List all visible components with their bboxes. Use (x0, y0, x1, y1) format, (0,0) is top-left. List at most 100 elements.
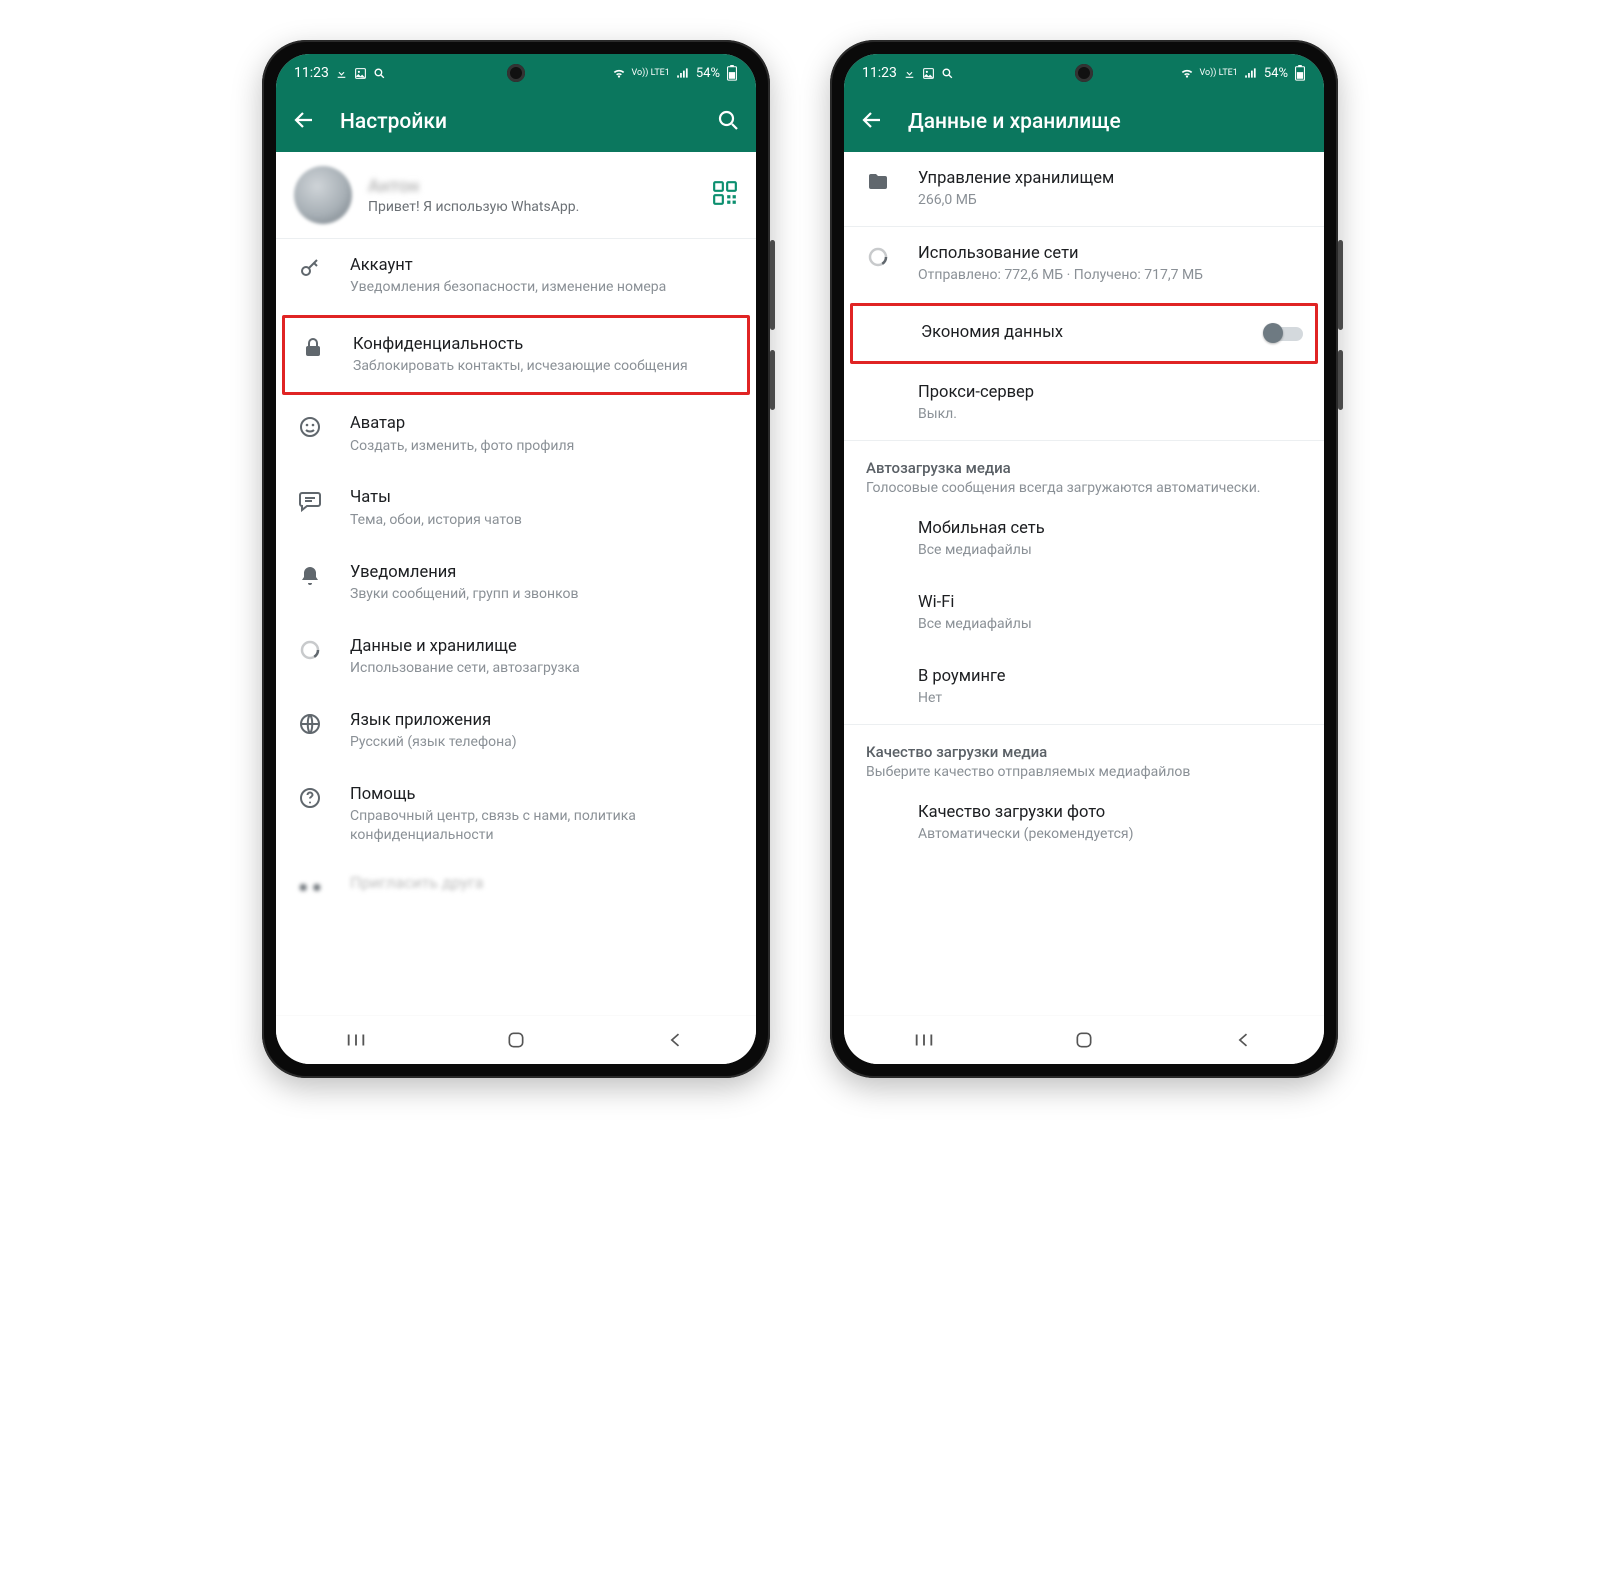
item-title: В роуминге (918, 666, 1306, 688)
item-title: Аккаунт (350, 255, 738, 277)
wifi-icon (1180, 66, 1194, 80)
nav-back-button[interactable] (646, 1028, 706, 1052)
settings-item-invite-cut: ● ● Пригласить друга (276, 861, 756, 899)
item-sub: Тема, обои, история чатов (350, 511, 738, 530)
settings-item-help[interactable]: Помощь Справочный центр, связь с нами, п… (276, 768, 756, 861)
item-sub: Уведомления безопасности, изменение номе… (350, 278, 738, 297)
item-sub: Заблокировать контакты, исчезающие сообщ… (353, 357, 735, 376)
power-button (770, 350, 775, 410)
qr-code-button[interactable] (712, 180, 738, 210)
item-title: Мобильная сеть (918, 518, 1306, 540)
people-icon: ● ● (298, 875, 322, 899)
battery-text: 54% (696, 66, 720, 81)
phone-frame-right: 11:23 Vo)) LTE1 54% Данные и хранилище (830, 40, 1338, 1078)
item-sub: Отправлено: 772,6 МБ · Получено: 717,7 М… (918, 266, 1306, 285)
back-button[interactable] (292, 108, 316, 136)
settings-item-storage[interactable]: Данные и хранилище Использование сети, а… (276, 620, 756, 694)
section-title: Качество загрузки медиа (866, 743, 1306, 761)
item-sub: 266,0 МБ (918, 191, 1306, 210)
battery-icon (726, 65, 738, 81)
auto-cellular-item[interactable]: Мобильная сеть Все медиафайлы (844, 502, 1324, 576)
nav-home-button[interactable] (1054, 1028, 1114, 1052)
item-sub: Использование сети, автозагрузка (350, 659, 738, 678)
proxy-item[interactable]: Прокси-сервер Выкл. (844, 366, 1324, 440)
phone-frame-left: 11:23 Vo)) LTE1 54% Настройки (262, 40, 770, 1078)
settings-item-account[interactable]: Аккаунт Уведомления безопасности, измене… (276, 239, 756, 313)
power-button (1338, 350, 1343, 410)
item-title: Уведомления (350, 562, 738, 584)
settings-item-notifications[interactable]: Уведомления Звуки сообщений, групп и зво… (276, 546, 756, 620)
camera-hole (1075, 64, 1093, 82)
download-icon (335, 67, 348, 80)
app-bar: Данные и хранилище (844, 92, 1324, 152)
globe-icon (298, 712, 322, 736)
auto-roaming-item[interactable]: В роуминге Нет (844, 650, 1324, 724)
page-title: Настройки (340, 110, 692, 134)
item-sub: Русский (язык телефона) (350, 733, 738, 752)
screen-left: 11:23 Vo)) LTE1 54% Настройки (276, 54, 756, 1064)
data-saver-toggle[interactable] (1263, 322, 1303, 344)
nav-home-button[interactable] (486, 1028, 546, 1052)
signal-icon (676, 66, 690, 80)
item-sub: Выкл. (918, 405, 1306, 424)
settings-list: Антон Привет! Я использую WhatsApp. Акка… (276, 152, 756, 1015)
chat-icon (298, 489, 322, 513)
profile-name: Антон (368, 176, 696, 197)
auto-wifi-item[interactable]: Wi-Fi Все медиафайлы (844, 576, 1324, 650)
item-sub: Все медиафайлы (918, 615, 1306, 634)
item-title: Прокси-сервер (918, 382, 1306, 404)
section-note: Выберите качество отправляемых медиафайл… (866, 763, 1306, 782)
section-auto-download: Автозагрузка медиа Голосовые сообщения в… (844, 441, 1324, 502)
item-title: Использование сети (918, 243, 1306, 265)
section-note: Голосовые сообщения всегда загружаются а… (866, 479, 1306, 498)
back-button[interactable] (860, 108, 884, 136)
volume-button (770, 240, 775, 330)
item-sub: Автоматически (рекомендуется) (918, 825, 1306, 844)
data-usage-icon (298, 638, 322, 662)
settings-item-language[interactable]: Язык приложения Русский (язык телефона) (276, 694, 756, 768)
settings-item-chats[interactable]: Чаты Тема, обои, история чатов (276, 471, 756, 545)
image-icon (354, 67, 367, 80)
storage-manage-item[interactable]: Управление хранилищем 266,0 МБ (844, 152, 1324, 226)
search-status-icon (373, 67, 386, 80)
photo-quality-item[interactable]: Качество загрузки фото Автоматически (ре… (844, 786, 1324, 860)
item-sub: Справочный центр, связь с нами, политика… (350, 807, 738, 845)
profile-status: Привет! Я использую WhatsApp. (368, 199, 696, 215)
screen-right: 11:23 Vo)) LTE1 54% Данные и хранилище (844, 54, 1324, 1064)
profile-row[interactable]: Антон Привет! Я использую WhatsApp. (276, 152, 756, 238)
page-title: Данные и хранилище (908, 110, 1308, 134)
nav-back-button[interactable] (1214, 1028, 1274, 1052)
item-title: Конфиденциальность (353, 334, 735, 356)
search-button[interactable] (716, 108, 740, 136)
item-sub: Все медиафайлы (918, 541, 1306, 560)
data-usage-icon (866, 245, 890, 269)
search-status-icon (941, 67, 954, 80)
item-title: Wi-Fi (918, 592, 1306, 614)
item-sub: Звуки сообщений, групп и звонков (350, 585, 738, 604)
item-title: Качество загрузки фото (918, 802, 1306, 824)
network-usage-item[interactable]: Использование сети Отправлено: 772,6 МБ … (844, 227, 1324, 301)
download-icon (903, 67, 916, 80)
data-saver-item[interactable]: Экономия данных (853, 306, 1315, 360)
item-title: Язык приложения (350, 710, 738, 732)
camera-hole (507, 64, 525, 82)
network-label: Vo)) LTE1 (1200, 69, 1238, 78)
android-nav-bar (844, 1015, 1324, 1064)
wifi-icon (612, 66, 626, 80)
settings-item-avatar[interactable]: Аватар Создать, изменить, фото профиля (276, 397, 756, 471)
network-label: Vo)) LTE1 (632, 69, 670, 78)
nav-recent-button[interactable] (326, 1028, 386, 1052)
settings-item-privacy[interactable]: Конфиденциальность Заблокировать контакт… (285, 318, 747, 392)
highlight-data-saver: Экономия данных (850, 303, 1318, 363)
bell-icon (298, 564, 322, 588)
avatar (294, 166, 352, 224)
help-icon (298, 786, 322, 810)
battery-icon (1294, 65, 1306, 81)
section-title: Автозагрузка медиа (866, 459, 1306, 477)
section-upload-quality: Качество загрузки медиа Выберите качеств… (844, 725, 1324, 786)
volume-button (1338, 240, 1343, 330)
nav-recent-button[interactable] (894, 1028, 954, 1052)
item-title: Помощь (350, 784, 738, 806)
item-title: Пригласить друга (350, 873, 484, 899)
item-sub: Нет (918, 689, 1306, 708)
